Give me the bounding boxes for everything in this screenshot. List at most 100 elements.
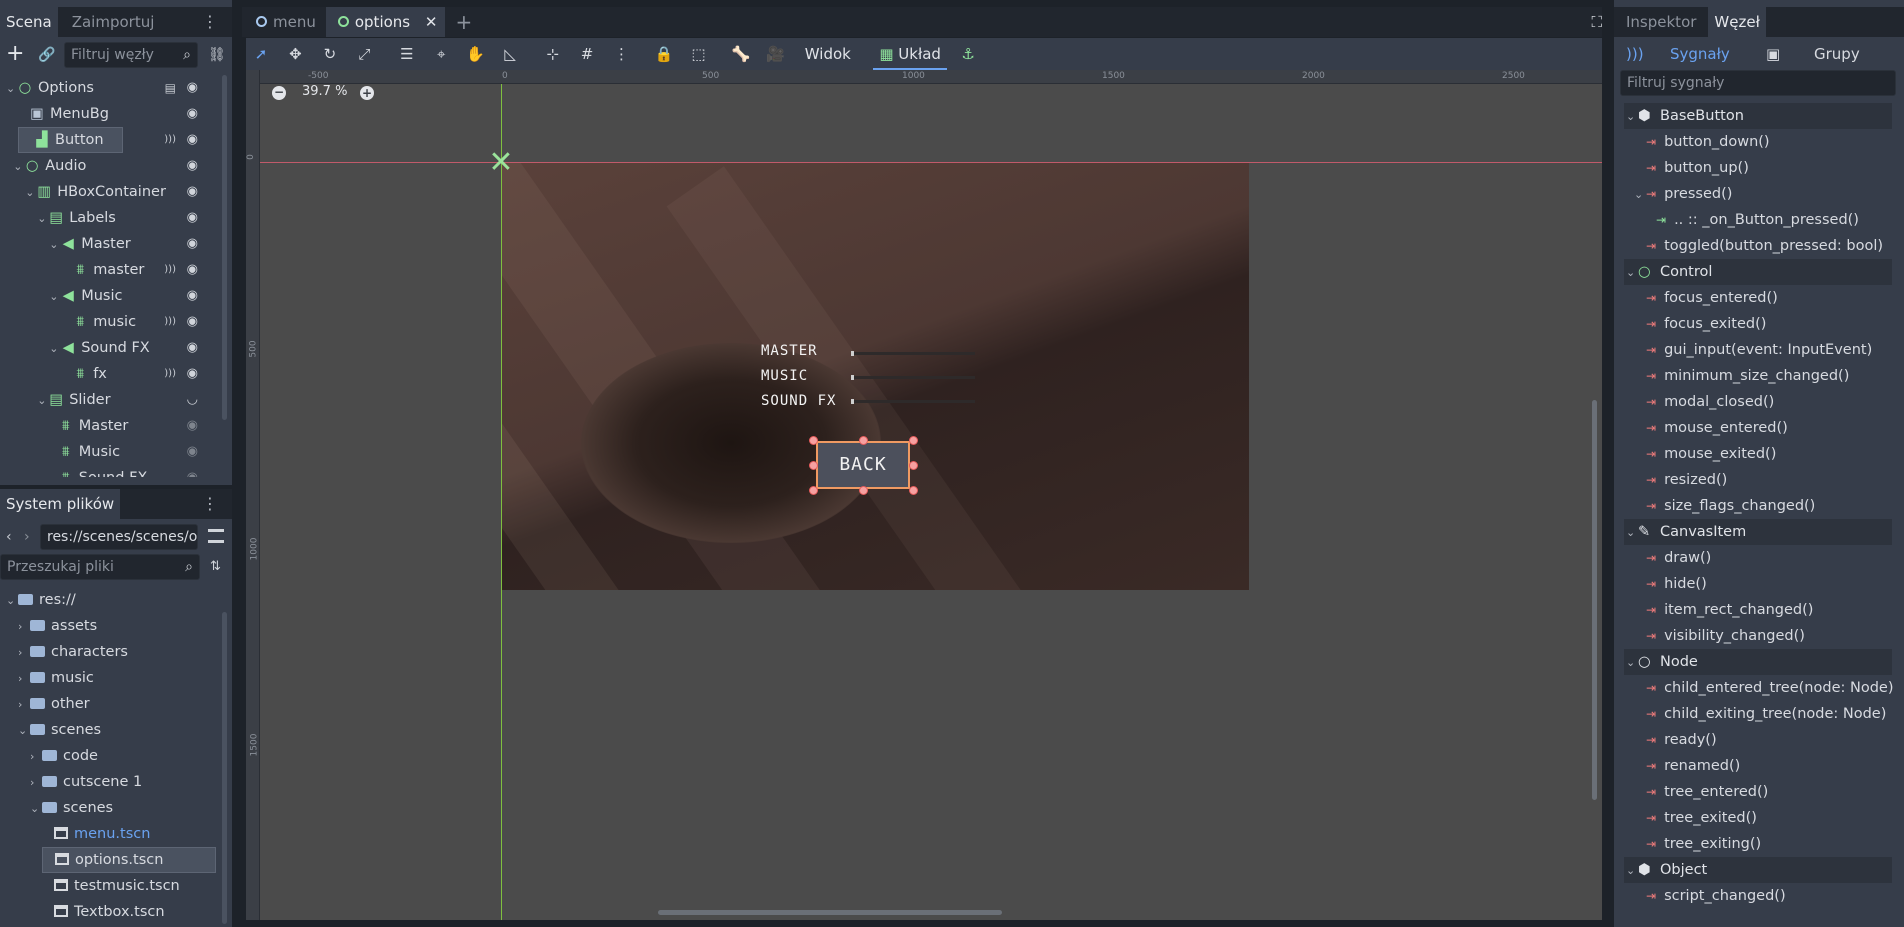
expand-arrow-icon[interactable]: › [18, 666, 30, 692]
zoom-level[interactable]: 39.7 % [302, 84, 347, 99]
path-field[interactable]: res://scenes/scenes/o [40, 524, 198, 550]
smart-snap-icon[interactable]: ⊹ [538, 39, 568, 69]
resize-handle[interactable] [909, 486, 918, 495]
filter-nodes-input[interactable]: Filtruj węzły ⌕ [64, 42, 198, 68]
tab-node[interactable]: Węzeł [1708, 7, 1766, 37]
visibility-eye-icon[interactable]: ◉ [187, 465, 198, 477]
scene-tree-item[interactable]: ⌄ ○ Audio ◉ [0, 153, 220, 179]
filesystem-menu-icon[interactable]: ⋮ [202, 489, 218, 519]
script-icon[interactable]: ▤ [165, 75, 176, 101]
fullscreen-icon[interactable]: ⛶ [1591, 7, 1602, 37]
visibility-eye-icon[interactable]: ◉ [187, 101, 198, 127]
scene-tree-item[interactable]: ⌄ ▤ Slider ◡ [0, 387, 220, 413]
expand-arrow-icon[interactable]: ⌄ [49, 336, 61, 362]
scale-tool-icon[interactable]: ⤢ [349, 39, 379, 69]
scene-tree-item[interactable]: ⌄ ◀ Music ◉ [0, 283, 220, 309]
tab-import[interactable]: Zaimportuj [58, 7, 161, 37]
visibility-eye-icon[interactable]: ◉ [187, 153, 198, 179]
pivot-tool-icon[interactable]: ⌖ [426, 39, 456, 69]
scene-tree-item[interactable]: ▣ MenuBg ◉ [0, 101, 220, 127]
volume-slider-soundfx[interactable] [851, 399, 975, 404]
slider-grabber[interactable] [851, 399, 854, 404]
signal-item[interactable]: ⇥ button_down() [1646, 129, 1770, 155]
signal-item[interactable]: ⇥ gui_input(event: InputEvent) [1646, 337, 1872, 363]
volume-slider-master[interactable] [851, 351, 975, 356]
expand-arrow-icon[interactable]: ⌄ [30, 796, 42, 822]
signal-item[interactable]: ⇥ renamed() [1646, 753, 1740, 779]
visibility-eye-icon[interactable]: ◉ [187, 361, 198, 387]
link-icon[interactable]: 🔗 [38, 42, 55, 68]
canvas-horizontal-scrollbar[interactable] [658, 910, 1002, 915]
signal-connected-icon[interactable]: ))) [164, 127, 176, 153]
slider-grabber[interactable] [851, 351, 854, 356]
signal-category[interactable]: ⌄ ⬢ BaseButton [1624, 103, 1892, 129]
visibility-eye-icon[interactable]: ◉ [187, 309, 198, 335]
grid-snap-icon[interactable]: # [572, 39, 602, 69]
expand-arrow-icon[interactable]: ⌄ [49, 284, 61, 310]
folder-item[interactable]: ⌄ res:// [0, 587, 220, 613]
scene-tree-item[interactable]: ⩩ master))) ◉ [0, 257, 220, 283]
resize-handle[interactable] [809, 486, 818, 495]
signal-item[interactable]: ⇥ button_up() [1646, 155, 1749, 181]
tab-inspector[interactable]: Inspektor [1620, 7, 1702, 37]
tab-menu-scene[interactable]: menu [246, 7, 326, 37]
file-item[interactable]: menu.tscn [0, 821, 220, 847]
tab-groups[interactable]: Grupy [1814, 40, 1860, 68]
scene-tree-item[interactable]: ⩩ Sound FX ◉ [0, 465, 220, 477]
visibility-eye-icon[interactable]: ◉ [187, 335, 198, 361]
signal-category[interactable]: ⌄ ○ Node [1624, 649, 1892, 675]
signal-item[interactable]: ⇥ tree_entered() [1646, 779, 1768, 805]
file-tree-scrollbar[interactable] [222, 612, 227, 924]
search-files-input[interactable]: Przeszukaj pliki ⌕ [0, 554, 200, 580]
expand-arrow-icon[interactable]: ⌄ [37, 206, 49, 232]
bone-icon[interactable]: 🦴 [726, 39, 756, 69]
folder-item[interactable]: › characters [0, 639, 220, 665]
signal-connected-icon[interactable]: ))) [164, 361, 176, 387]
layout-menu[interactable]: ▦ Układ [873, 40, 947, 70]
scene-tree-item[interactable]: ⩩ Music ◉ [0, 439, 220, 465]
collapse-arrow-icon[interactable]: ⌄ [1624, 520, 1638, 546]
scene-tree-item[interactable]: ⌄ ◀ Master ◉ [0, 231, 220, 257]
zoom-out-icon[interactable]: − [272, 86, 286, 100]
anchor-icon[interactable]: ⚓ [961, 45, 974, 63]
signal-item[interactable]: ⇥ focus_entered() [1646, 285, 1778, 311]
signal-connected-icon[interactable]: ))) [164, 309, 176, 335]
signal-item[interactable]: ⇥ modal_closed() [1646, 389, 1774, 415]
slider-grabber[interactable] [851, 375, 854, 380]
scene-tree-item[interactable]: ⌄ ▤ Labels ◉ [0, 205, 220, 231]
signal-item[interactable]: ⇥ hide() [1646, 571, 1707, 597]
scene-tree-item[interactable]: ⌄ ▥ HBoxContainer ◉ [0, 179, 220, 205]
resize-handle[interactable] [809, 436, 818, 445]
collapse-arrow-icon[interactable]: ⌄ [1624, 260, 1638, 286]
resize-handle[interactable] [809, 461, 818, 470]
signal-item[interactable]: ⇥ mouse_entered() [1646, 415, 1788, 441]
zoom-in-icon[interactable]: + [360, 86, 374, 100]
lock-icon[interactable]: 🔒 [649, 39, 679, 69]
signal-item[interactable]: ⇥ child_exiting_tree(node: Node) [1646, 701, 1886, 727]
folder-item[interactable]: › cutscene 1 [0, 769, 220, 795]
move-tool-icon[interactable]: ✥ [280, 39, 310, 69]
signal-item[interactable]: ⇥ draw() [1646, 545, 1711, 571]
instance-scene-icon[interactable]: ⛓ [208, 42, 226, 68]
expand-arrow-icon[interactable]: › [30, 744, 42, 770]
tab-options-scene[interactable]: options ✕ [325, 7, 446, 37]
visibility-eye-icon[interactable]: ◉ [187, 205, 198, 231]
resize-handle[interactable] [909, 461, 918, 470]
select-tool-icon[interactable]: ➚ [246, 39, 276, 69]
resize-handle[interactable] [859, 436, 868, 445]
visibility-eye-icon[interactable]: ◉ [187, 231, 198, 257]
signal-item[interactable]: ⇥ visibility_changed() [1646, 623, 1805, 649]
canvas-viewport[interactable]: -500 0 500 1000 1500 2000 2500 0 500 100… [246, 70, 1602, 920]
expand-arrow-icon[interactable]: ⌄ [6, 588, 18, 614]
visibility-eye-icon[interactable]: ◉ [187, 439, 198, 465]
signal-item[interactable]: ⇥ tree_exiting() [1646, 831, 1761, 857]
ruler-tool-icon[interactable]: ◺ [495, 39, 525, 69]
signal-item[interactable]: ⇥ toggled(button_pressed: bool) [1646, 233, 1883, 259]
scene-tree-scrollbar[interactable] [222, 75, 227, 420]
folder-item[interactable]: › code [0, 743, 220, 769]
origin-anchor-icon[interactable]: ✕ [486, 148, 516, 178]
sort-icon[interactable]: ⇅ [210, 555, 221, 579]
folder-item[interactable]: › music [0, 665, 220, 691]
visibility-eye-icon[interactable]: ◉ [187, 127, 198, 153]
collapse-arrow-icon[interactable]: ⌄ [1624, 104, 1638, 130]
